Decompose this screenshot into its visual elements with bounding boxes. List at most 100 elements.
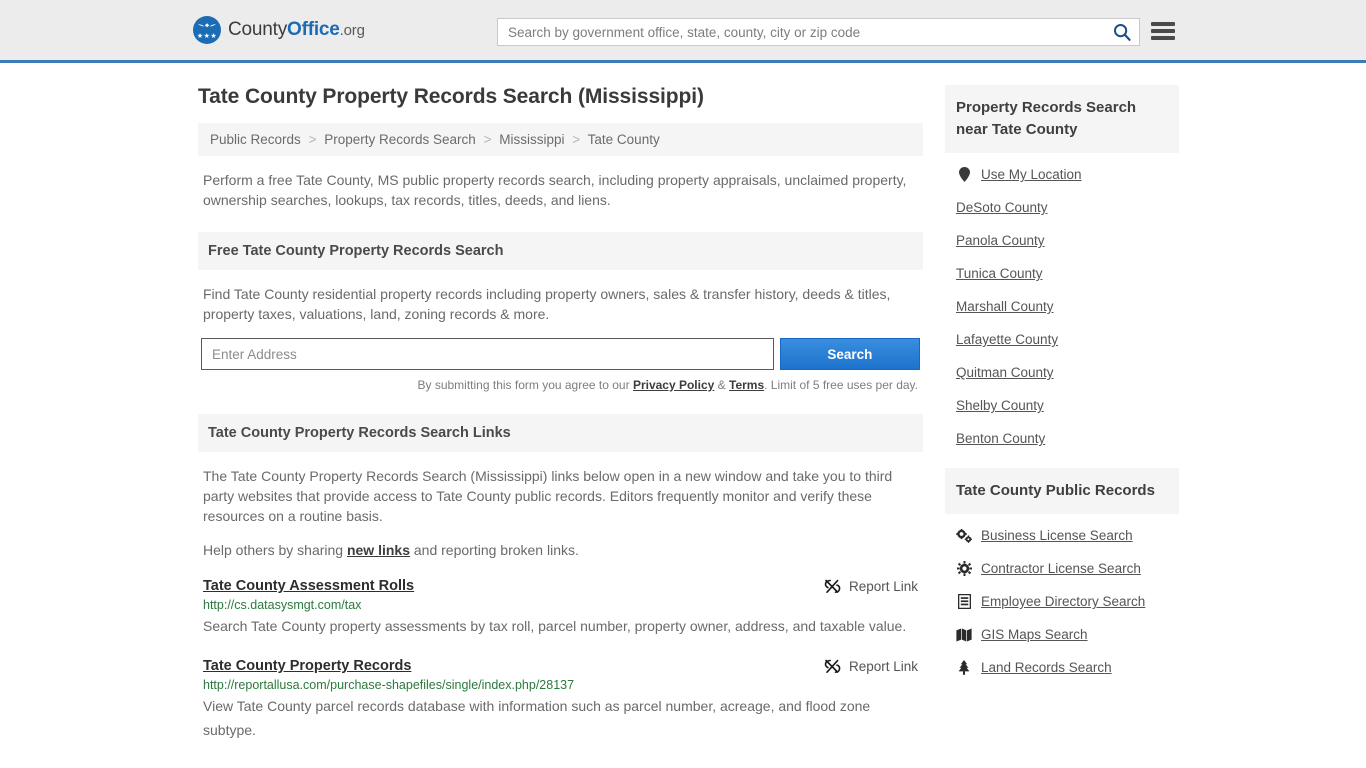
links-section-heading: Tate County Property Records Search Link… — [198, 414, 923, 452]
record-link-item: Tate County Assessment Rolls Report Link… — [198, 578, 923, 638]
address-search-form: Search — [198, 338, 923, 370]
sidebar-item-quitman-county[interactable]: Quitman County — [956, 365, 1179, 380]
form-legal-text: By submitting this form you agree to our… — [198, 378, 923, 392]
map-pin-icon — [956, 167, 972, 182]
brand-county: County — [228, 19, 287, 40]
legal-suffix: . Limit of 5 free uses per day. — [764, 378, 918, 392]
cogs-icon — [956, 529, 972, 543]
sidebar-item-use-my-location[interactable]: Use My Location — [956, 167, 1179, 182]
legal-amp: & — [714, 378, 729, 392]
address-input[interactable] — [201, 338, 774, 370]
record-link-url: http://reportallusa.com/purchase-shapefi… — [203, 678, 918, 692]
sidebar-link-label[interactable]: Benton County — [956, 431, 1045, 446]
page-intro-text: Perform a free Tate County, MS public pr… — [198, 170, 923, 210]
sidebar-item-benton-county[interactable]: Benton County — [956, 431, 1179, 446]
record-link-description: Search Tate County property assessments … — [203, 614, 918, 638]
sidebar-nearby-list: Use My Location DeSoto County Panola Cou… — [945, 167, 1179, 446]
brand-wordmark: CountyOffice.org — [228, 19, 365, 41]
terms-link[interactable]: Terms — [729, 378, 764, 392]
sidebar-item-marshall-county[interactable]: Marshall County — [956, 299, 1179, 314]
record-link-description: View Tate County parcel records database… — [203, 694, 918, 742]
links-section-help-text: Help others by sharing new links and rep… — [198, 540, 923, 560]
legal-prefix: By submitting this form you agree to our — [418, 378, 633, 392]
sidebar-link-label[interactable]: Panola County — [956, 233, 1045, 248]
sidebar-item-panola-county[interactable]: Panola County — [956, 233, 1179, 248]
sidebar-item-tunica-county[interactable]: Tunica County — [956, 266, 1179, 281]
sidebar-link-label[interactable]: Shelby County — [956, 398, 1044, 413]
record-link-title[interactable]: Tate County Property Records — [203, 658, 411, 674]
sidebar-link-label[interactable]: Tunica County — [956, 266, 1043, 281]
sidebar-link-label[interactable]: Quitman County — [956, 365, 1054, 380]
free-search-description: Find Tate County residential property re… — [198, 284, 923, 324]
sidebar-item-land-records-search[interactable]: Land Records Search — [956, 660, 1179, 675]
breadcrumb-separator: > — [572, 132, 580, 147]
sidebar-item-shelby-county[interactable]: Shelby County — [956, 398, 1179, 413]
record-link-url: http://cs.datasysmgt.com/tax — [203, 598, 918, 612]
brand-office: Office — [287, 19, 340, 40]
breadcrumb-item-mississippi[interactable]: Mississippi — [499, 132, 564, 147]
sidebar-link-label[interactable]: Use My Location — [981, 167, 1082, 182]
record-link-item: Tate County Property Records Report Link… — [198, 658, 923, 742]
hamburger-bar — [1151, 22, 1175, 26]
sidebar-link-label[interactable]: Marshall County — [956, 299, 1054, 314]
sidebar-link-label[interactable]: Land Records Search — [981, 660, 1112, 675]
help-suffix: and reporting broken links. — [410, 542, 579, 558]
report-link-label: Report Link — [849, 579, 918, 594]
global-search-bar[interactable] — [497, 18, 1140, 46]
sidebar-nearby-heading: Property Records Search near Tate County — [945, 85, 1179, 153]
site-header: ★★★ CountyOffice.org — [0, 0, 1366, 63]
map-icon — [956, 628, 972, 642]
sidebar-link-label[interactable]: Lafayette County — [956, 332, 1058, 347]
links-section-paragraph: The Tate County Property Records Search … — [198, 466, 923, 526]
sidebar-link-label[interactable]: GIS Maps Search — [981, 627, 1088, 642]
sidebar-item-contractor-license-search[interactable]: Contractor License Search — [956, 561, 1179, 576]
eagle-wings-icon — [197, 22, 217, 30]
breadcrumb-separator: > — [484, 132, 492, 147]
sidebar-public-records-list: Business License Search — [945, 528, 1179, 675]
content-container: Tate County Property Records Search (Mis… — [198, 63, 1188, 746]
broken-link-icon — [824, 579, 841, 594]
site-logo[interactable]: ★★★ CountyOffice.org — [193, 16, 365, 44]
page-body: Tate County Property Records Search (Mis… — [0, 63, 1366, 746]
breadcrumb-item-tate-county[interactable]: Tate County — [588, 132, 660, 147]
sidebar-link-label[interactable]: Contractor License Search — [981, 561, 1141, 576]
sidebar-item-lafayette-county[interactable]: Lafayette County — [956, 332, 1179, 347]
global-search-button[interactable] — [1105, 19, 1139, 45]
global-search-input[interactable] — [498, 19, 1105, 45]
page-title: Tate County Property Records Search (Mis… — [198, 85, 923, 109]
stars-icon: ★★★ — [193, 33, 221, 40]
eagle-logo-icon: ★★★ — [193, 16, 221, 44]
sidebar: Property Records Search near Tate County… — [945, 85, 1179, 746]
report-link-button[interactable]: Report Link — [824, 579, 918, 594]
sidebar-item-business-license-search[interactable]: Business License Search — [956, 528, 1179, 543]
sidebar-link-label[interactable]: Business License Search — [981, 528, 1133, 543]
sidebar-link-label[interactable]: Employee Directory Search — [981, 594, 1145, 609]
main-column: Tate County Property Records Search (Mis… — [198, 85, 923, 746]
search-icon — [1113, 23, 1131, 41]
sidebar-link-label[interactable]: DeSoto County — [956, 200, 1048, 215]
sidebar-item-employee-directory-search[interactable]: Employee Directory Search — [956, 594, 1179, 609]
hamburger-menu-icon[interactable] — [1151, 20, 1175, 42]
sidebar-public-records-heading: Tate County Public Records — [945, 468, 1179, 514]
privacy-policy-link[interactable]: Privacy Policy — [633, 378, 714, 392]
sidebar-item-desoto-county[interactable]: DeSoto County — [956, 200, 1179, 215]
brand-org: .org — [340, 22, 365, 39]
breadcrumb-item-property-records-search[interactable]: Property Records Search — [324, 132, 476, 147]
breadcrumb: Public Records > Property Records Search… — [198, 123, 923, 156]
hamburger-bar — [1151, 36, 1175, 40]
report-link-button[interactable]: Report Link — [824, 659, 918, 674]
sidebar-item-gis-maps-search[interactable]: GIS Maps Search — [956, 627, 1179, 642]
record-link-header: Tate County Property Records Report Link — [203, 658, 918, 674]
cog-icon — [956, 561, 972, 576]
record-link-title[interactable]: Tate County Assessment Rolls — [203, 578, 414, 594]
hamburger-bar — [1151, 29, 1175, 33]
breadcrumb-item-public-records[interactable]: Public Records — [210, 132, 301, 147]
tree-icon — [956, 660, 972, 675]
list-alt-icon — [956, 594, 972, 609]
broken-link-icon — [824, 659, 841, 674]
report-link-label: Report Link — [849, 659, 918, 674]
record-link-header: Tate County Assessment Rolls Report Link — [203, 578, 918, 594]
free-search-heading: Free Tate County Property Records Search — [198, 232, 923, 270]
address-search-button[interactable]: Search — [780, 338, 920, 370]
new-links-link[interactable]: new links — [347, 542, 410, 558]
